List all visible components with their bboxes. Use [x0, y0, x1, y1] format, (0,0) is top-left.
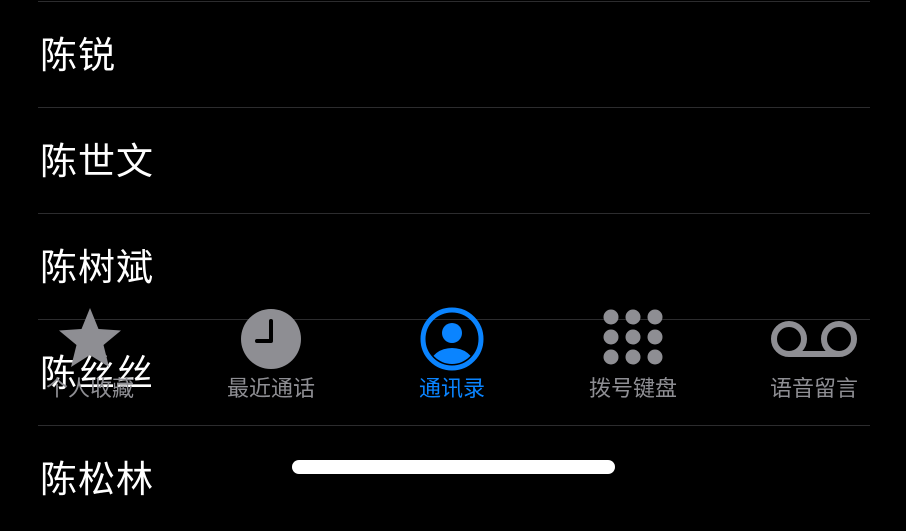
tab-label: 拨号键盘	[588, 377, 677, 402]
person-circle-icon	[419, 305, 485, 375]
tab-contacts[interactable]: 通讯录	[362, 300, 542, 420]
clock-icon	[239, 305, 303, 373]
tab-voicemail[interactable]: 语音留言	[724, 300, 904, 420]
tab-label: 最近通话	[226, 377, 315, 402]
contact-name: 陈世文	[40, 140, 154, 183]
contact-row[interactable]: 陈锐	[38, 1, 870, 107]
tab-label: 通讯录	[418, 377, 485, 402]
contact-row[interactable]: 陈世文	[38, 107, 870, 213]
contact-name: 陈树斌	[40, 246, 154, 289]
tab-keypad[interactable]: 拨号键盘	[543, 300, 723, 420]
tab-label: 语音留言	[769, 377, 858, 402]
keypad-icon	[601, 305, 665, 373]
tab-favorites[interactable]: 个人收藏	[0, 300, 180, 420]
tab-label: 个人收藏	[45, 377, 134, 402]
home-indicator[interactable]	[292, 460, 615, 474]
tab-recents[interactable]: 最近通话	[181, 300, 361, 420]
star-icon	[55, 305, 125, 375]
contact-name: 陈锐	[40, 34, 116, 77]
voicemail-icon	[768, 305, 860, 373]
